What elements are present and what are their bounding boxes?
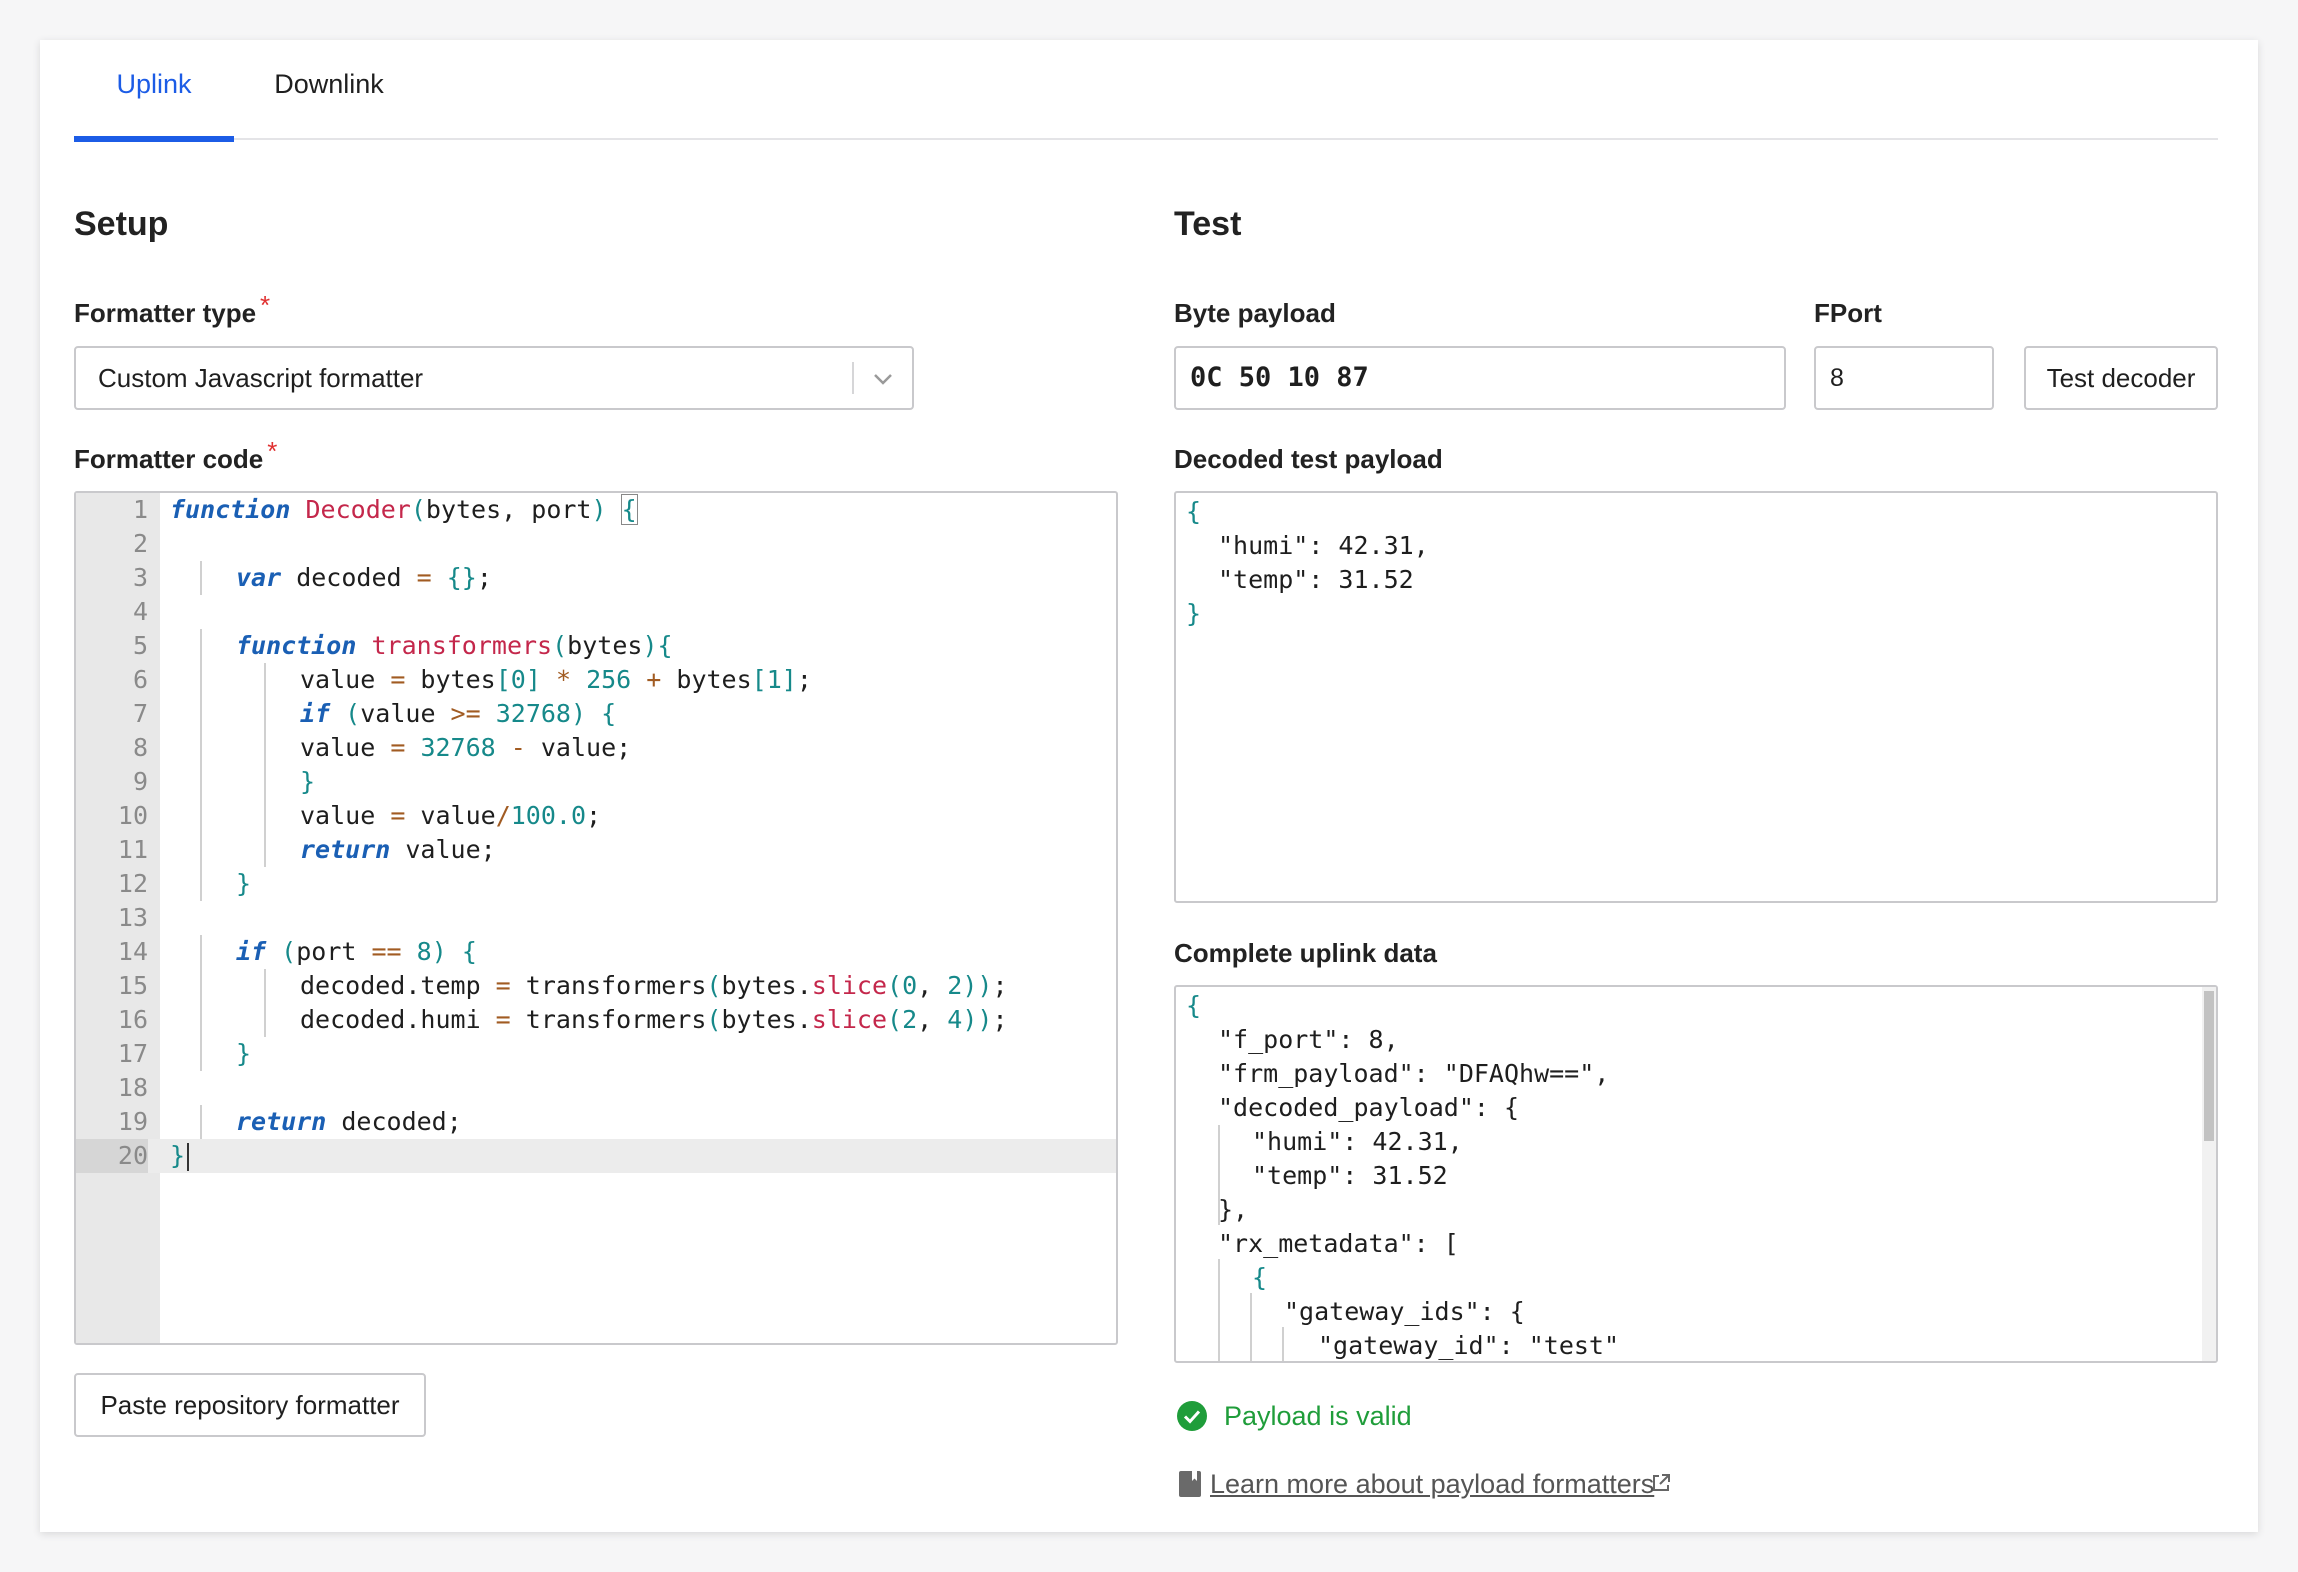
select-separator	[852, 362, 854, 394]
paste-repository-formatter-button[interactable]: Paste repository formatter	[74, 1373, 426, 1437]
scrollbar-thumb[interactable]	[2204, 991, 2214, 1141]
required-mark: *	[260, 290, 271, 320]
json-line: {	[1252, 1263, 1268, 1292]
complete-uplink-data-label: Complete uplink data	[1174, 938, 1437, 968]
tab-uplink[interactable]: Uplink	[74, 40, 234, 142]
tab-downlink[interactable]: Downlink	[254, 40, 404, 140]
json-line: "temp": 31.52	[1218, 565, 1414, 594]
code-line: 18	[117, 1073, 148, 1102]
json-line: "humi": 42.31,	[1218, 531, 1429, 560]
byte-payload-input[interactable]: 0C 50 10 87	[1174, 346, 1786, 410]
code-line: 3 var decoded = {};	[76, 561, 1116, 595]
test-decoder-button[interactable]: Test decoder	[2024, 346, 2218, 410]
json-line: },	[1218, 1195, 1249, 1224]
code-line: 19 return decoded;	[76, 1105, 1116, 1139]
code-line-active: 20}	[76, 1139, 1116, 1173]
json-line: "gateway_ids": {	[1284, 1297, 1525, 1326]
json-line: {	[1186, 497, 1202, 526]
code-line: 14 if (port == 8) {	[76, 935, 1116, 969]
code-line: 2	[132, 529, 148, 558]
code-line: 17}	[76, 1037, 1116, 1071]
decoded-payload-viewer[interactable]: { "humi": 42.31, "temp": 31.52 }	[1174, 491, 2218, 903]
code-line: 16 decoded.humi = transformers(bytes.slic…	[76, 1003, 1116, 1037]
book-icon	[1179, 1471, 1201, 1497]
tab-bar: Uplink Downlink	[74, 40, 2218, 142]
code-line: 5 function transformers(bytes){	[76, 629, 1116, 663]
decoded-test-payload-label: Decoded test payload	[1174, 444, 1443, 474]
code-editor[interactable]: 1 function Decoder(bytes, port) { 2 3 var …	[74, 491, 1118, 1345]
json-line: {	[1186, 991, 1202, 1020]
json-line: "rx_metadata": [	[1218, 1229, 1459, 1258]
formatter-type-label: Formatter type *	[74, 290, 271, 328]
formatter-type-select[interactable]: Custom Javascript formatter	[74, 346, 914, 410]
setup-heading: Setup	[74, 205, 169, 243]
json-line: "temp": 31.52	[1252, 1161, 1448, 1190]
fport-input[interactable]: 8	[1814, 346, 1994, 410]
code-line: 4	[132, 597, 148, 626]
formatter-type-value: Custom Javascript formatter	[98, 363, 424, 393]
json-line: "decoded_payload": {	[1218, 1093, 1520, 1122]
text-cursor	[187, 1143, 190, 1171]
code-line: 11 return value;	[76, 833, 1116, 867]
code-line: 9}	[76, 765, 1116, 799]
check-circle-icon	[1177, 1401, 1207, 1431]
json-line: "f_port": 8,	[1218, 1025, 1399, 1054]
fport-value: 8	[1830, 364, 1844, 392]
code-line: 6 value = bytes[0] * 256 + bytes[1];	[76, 663, 1116, 697]
fport-label: FPort	[1814, 298, 1882, 328]
test-heading: Test	[1174, 205, 1242, 243]
uplink-data-viewer[interactable]: { "f_port": 8, "frm_payload": "DFAQhw=="…	[1174, 985, 2218, 1363]
json-line: "gateway_id": "test"	[1318, 1331, 1620, 1360]
json-line: "humi": 42.31,	[1252, 1127, 1463, 1156]
code-line: 8 value = 32768 - value;	[76, 731, 1116, 765]
code-line: 1 function Decoder(bytes, port) {	[132, 494, 638, 525]
code-line: 13	[117, 903, 148, 932]
byte-payload-value: 0C 50 10 87	[1190, 362, 1369, 393]
code-line: 7 if (value >= 32768) {	[76, 697, 1116, 731]
json-line: }	[1186, 599, 1202, 628]
external-link-icon	[1653, 1474, 1670, 1491]
uplink-scrollbar[interactable]	[2202, 987, 2216, 1361]
byte-payload-label: Byte payload	[1174, 298, 1336, 328]
formatter-code-label: Formatter code *	[74, 436, 278, 474]
chevron-down-icon[interactable]	[868, 364, 898, 394]
json-line: "frm_payload": "DFAQhw==",	[1218, 1059, 1610, 1088]
code-line: 15 decoded.temp = transformers(bytes.slic…	[76, 969, 1116, 1003]
code-line: 12}	[76, 867, 1116, 901]
required-mark: *	[267, 436, 278, 466]
code-line: 10 value = value/100.0;	[76, 799, 1116, 833]
